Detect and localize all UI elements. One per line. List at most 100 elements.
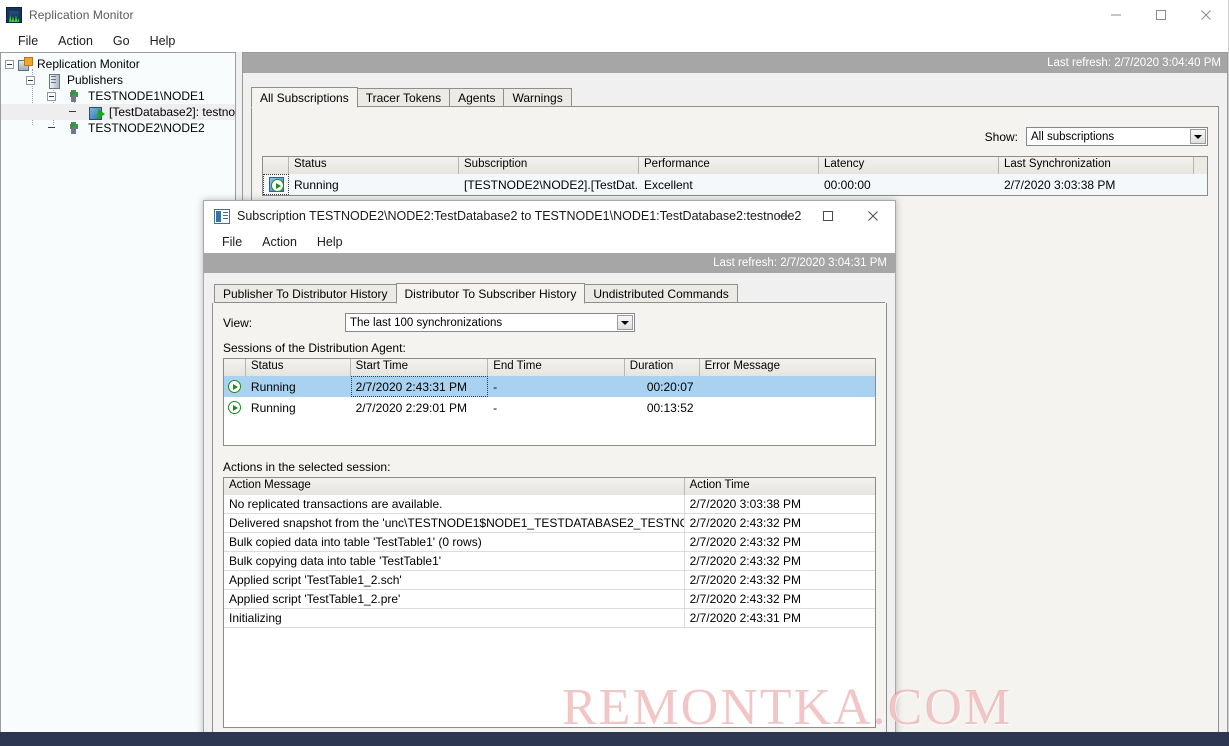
col-last-synchronization[interactable]: Last Synchronization — [999, 157, 1194, 174]
close-icon[interactable] — [850, 201, 895, 231]
menu-go[interactable]: Go — [103, 32, 140, 51]
actions-grid-header: Action Message Action Time — [224, 478, 875, 495]
navigation-tree[interactable]: Replication Monitor Publishers TESTNODE1… — [0, 52, 236, 734]
col-end-time[interactable]: End Time — [488, 359, 625, 376]
col-icon[interactable] — [263, 157, 289, 174]
col-start-time[interactable]: Start Time — [350, 359, 489, 376]
col-action-message[interactable]: Action Message — [224, 478, 685, 495]
dialog-tabstrip: Publisher To Distributor History Distrib… — [214, 283, 895, 304]
col-performance[interactable]: Performance — [639, 157, 819, 174]
subscriptions-grid[interactable]: Status Subscription Performance Latency … — [262, 156, 1208, 196]
col-subscription[interactable]: Subscription — [459, 157, 639, 174]
running-icon — [224, 397, 246, 418]
view-dropdown[interactable]: The last 100 synchronizations — [345, 313, 635, 332]
tree-label: TESTNODE2\NODE2 — [88, 121, 205, 135]
cell-action-message: Bulk copying data into table 'TestTable1… — [224, 552, 685, 570]
cell-end-time: - — [493, 400, 498, 415]
col-status[interactable]: Status — [289, 157, 459, 174]
view-label: View: — [223, 315, 253, 330]
table-row[interactable]: Bulk copied data into table 'TestTable1'… — [224, 533, 875, 552]
tab-warnings[interactable]: Warnings — [503, 88, 572, 107]
expand-collapse-icon[interactable] — [26, 75, 35, 85]
expand-collapse-icon[interactable] — [47, 91, 56, 101]
tab-tracer-tokens[interactable]: Tracer Tokens — [356, 88, 451, 107]
chevron-down-icon[interactable] — [617, 315, 633, 330]
sessions-grid[interactable]: Status Start Time End Time Duration Erro… — [223, 358, 876, 446]
cell-status: Running — [294, 177, 339, 192]
show-label: Show: — [984, 129, 1018, 144]
subscriptions-grid-header: Status Subscription Performance Latency … — [263, 157, 1207, 174]
dialog-titlebar: Subscription TESTNODE2\NODE2:TestDatabas… — [204, 201, 895, 231]
col-status[interactable]: Status — [245, 359, 351, 376]
main-tabstrip: All Subscriptions Tracer Tokens Agents W… — [251, 87, 1227, 108]
show-dropdown[interactable]: All subscriptions — [1026, 127, 1208, 146]
tab-publisher-to-distributor-history[interactable]: Publisher To Distributor History — [214, 284, 397, 303]
desktop-taskbar-edge — [0, 732, 1229, 746]
col-action-time[interactable]: Action Time — [684, 478, 875, 495]
table-row[interactable]: Bulk copying data into table 'TestTable1… — [224, 552, 875, 571]
table-row[interactable]: Initializing 2/7/2020 2:43:31 PM — [224, 609, 875, 628]
sidebar-item-publishers[interactable]: Publishers — [1, 72, 235, 89]
actions-label: Actions in the selected session: — [223, 460, 391, 474]
dialog-menu-help[interactable]: Help — [307, 233, 353, 252]
tree-label: Replication Monitor — [37, 57, 140, 71]
table-row[interactable]: Running [TESTNODE2\NODE2].[TestDat... Ex… — [263, 174, 1207, 195]
sidebar-item-testdatabase2-publication[interactable]: [TestDatabase2]: testnode2 — [1, 104, 235, 120]
show-filter-row: Show: All subscriptions — [262, 127, 1208, 146]
maximize-icon[interactable] — [805, 201, 850, 231]
sidebar-item-replication-monitor[interactable]: Replication Monitor — [1, 56, 235, 72]
cell-action-time: 2/7/2020 2:43:32 PM — [689, 516, 801, 530]
cell-action-message: No replicated transactions are available… — [224, 495, 685, 513]
tree-label: Publishers — [67, 73, 124, 87]
dialog-menu-file[interactable]: File — [212, 233, 252, 252]
sessions-label: Sessions of the Distribution Agent: — [223, 341, 406, 355]
close-icon[interactable] — [1183, 0, 1228, 30]
cell-error-message — [700, 376, 875, 397]
col-latency[interactable]: Latency — [819, 157, 999, 174]
table-row[interactable]: Running 2/7/2020 2:29:01 PM - 00:13:52 — [224, 397, 875, 418]
maximize-icon[interactable] — [1138, 0, 1183, 30]
table-row[interactable]: Applied script 'TestTable1_2.sch' 2/7/20… — [224, 571, 875, 590]
cell-end-time: - — [493, 379, 498, 394]
minimize-icon[interactable] — [1093, 0, 1138, 30]
distributor-to-subscriber-panel: View: The last 100 synchronizations Sess… — [212, 303, 887, 734]
chevron-down-icon[interactable] — [1190, 129, 1206, 144]
cell-action-time: 2/7/2020 3:03:38 PM — [689, 497, 801, 511]
view-dropdown-value: The last 100 synchronizations — [350, 316, 503, 329]
expand-collapse-icon[interactable] — [5, 59, 14, 69]
cell-subscription: [TESTNODE2\NODE2].[TestDat... — [464, 177, 639, 192]
main-window-controls — [1093, 0, 1228, 30]
minimize-icon[interactable] — [760, 201, 805, 231]
tab-undistributed-commands[interactable]: Undistributed Commands — [584, 284, 738, 303]
subscription-details-window: Subscription TESTNODE2\NODE2:TestDatabas… — [203, 200, 896, 746]
cell-status: Running — [250, 379, 296, 394]
cell-action-message: Initializing — [224, 609, 685, 627]
cell-action-message: Delivered snapshot from the 'unc\TESTNOD… — [224, 514, 685, 532]
tab-all-subscriptions[interactable]: All Subscriptions — [251, 87, 358, 108]
sidebar-item-testnode2[interactable]: TESTNODE2\NODE2 — [1, 120, 235, 136]
main-titlebar: Replication Monitor — [0, 0, 1228, 30]
tree-label: [TestDatabase2]: testnode2 — [109, 105, 236, 119]
table-row[interactable]: Delivered snapshot from the 'unc\TESTNOD… — [224, 514, 875, 533]
table-row[interactable]: Running 2/7/2020 2:43:31 PM - 00:20:07 — [224, 376, 875, 397]
col-icon[interactable] — [224, 359, 246, 376]
actions-grid[interactable]: Action Message Action Time No replicated… — [223, 477, 876, 728]
cell-action-time: 2/7/2020 2:43:32 PM — [689, 573, 801, 587]
menu-file[interactable]: File — [8, 32, 48, 51]
menu-help[interactable]: Help — [140, 32, 186, 51]
table-row[interactable]: No replicated transactions are available… — [224, 495, 875, 514]
sessions-grid-header: Status Start Time End Time Duration Erro… — [224, 359, 876, 376]
tab-agents[interactable]: Agents — [449, 88, 505, 107]
dialog-menu-action[interactable]: Action — [252, 233, 307, 252]
screen: Replication Monitor File Action Go Help — [0, 0, 1229, 746]
tab-distributor-to-subscriber-history[interactable]: Distributor To Subscriber History — [395, 283, 586, 304]
publication-icon — [89, 105, 105, 120]
dialog-title: Subscription TESTNODE2\NODE2:TestDatabas… — [237, 209, 802, 223]
server-arrow-icon — [68, 121, 84, 136]
sidebar-item-testnode1[interactable]: TESTNODE1\NODE1 — [1, 88, 235, 104]
cell-performance: Excellent — [644, 177, 693, 192]
menu-action[interactable]: Action — [48, 32, 103, 51]
table-row[interactable]: Applied script 'TestTable1_2.pre' 2/7/20… — [224, 590, 875, 609]
col-error-message[interactable]: Error Message — [699, 359, 876, 376]
col-duration[interactable]: Duration — [624, 359, 700, 376]
